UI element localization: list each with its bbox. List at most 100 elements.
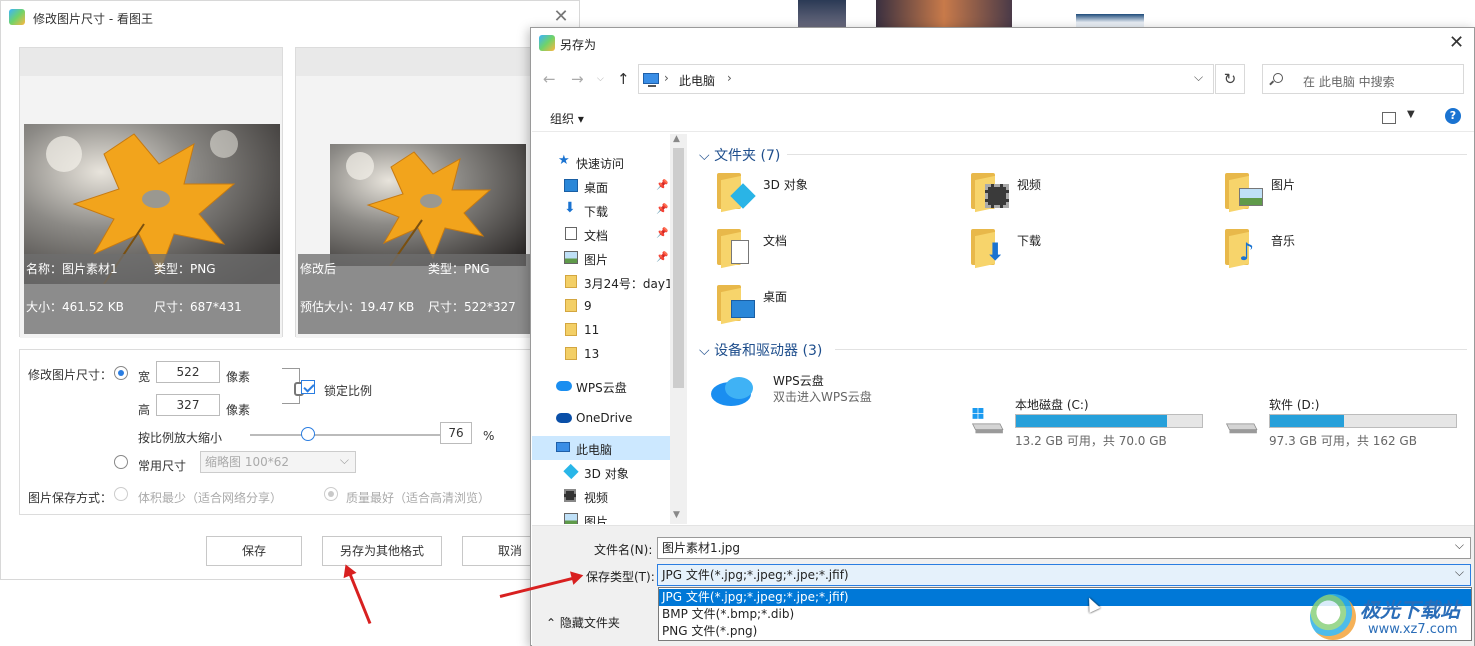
save-type-label: 保存类型(T): — [586, 570, 655, 584]
chevron-down-icon[interactable]: ▼ — [673, 510, 680, 520]
pin-icon[interactable]: 📌 — [656, 252, 668, 263]
nav-item-folder[interactable]: 11 — [532, 318, 687, 342]
nav-scrollbar[interactable]: ▲ ▼ — [670, 134, 687, 524]
folders-group-header[interactable]: ⌵ 文件夹 (7) — [699, 145, 780, 165]
nav-item-pictures[interactable]: 图片 — [532, 508, 687, 524]
folder-name: 3D 对象 — [763, 178, 808, 192]
width-unit: 像素 — [226, 370, 251, 384]
command-bar — [532, 104, 1474, 132]
resize-dialog-titlebar: 修改图片尺寸 - 看图王 ✕ — [1, 1, 579, 33]
devices-group-header[interactable]: ⌵ 设备和驱动器 (3) — [699, 340, 822, 360]
background-thumbnail — [876, 0, 1012, 28]
save-type-select[interactable]: JPG 文件(*.jpg;*.jpeg;*.jpe;*.jfif) — [657, 562, 1471, 586]
cube-icon — [563, 463, 579, 480]
scrollbar-thumb[interactable] — [673, 148, 684, 388]
nav-item-3d-objects[interactable]: 3D 对象 — [532, 460, 687, 484]
chevron-down-icon[interactable]: ⌵ — [1194, 70, 1203, 85]
view-options-icon[interactable] — [1382, 112, 1396, 124]
organize-menu[interactable]: 组织 ▾ — [550, 110, 584, 127]
preview-header — [20, 48, 282, 76]
folder-3d-objects[interactable]: 3D 对象 — [717, 170, 957, 220]
common-size-select[interactable]: 缩略图 100*62 — [200, 450, 356, 473]
folder-document-icon — [717, 226, 755, 269]
app-icon — [9, 9, 25, 25]
back-arrow-icon[interactable]: ← — [543, 70, 556, 88]
nav-quick-access[interactable]: ★ 快速访问 — [532, 150, 687, 174]
nav-label: OneDrive — [576, 411, 633, 425]
folder-picture-icon — [1225, 170, 1263, 213]
chevron-right-icon[interactable]: › — [727, 71, 732, 85]
wps-cloud-drive[interactable]: WPS云盘 双击进入WPS云盘 — [709, 370, 959, 420]
nav-item-this-pc[interactable]: 此电脑 — [532, 436, 687, 460]
lock-ratio-checkbox[interactable] — [301, 380, 315, 394]
nav-item-pictures[interactable]: 图片 📌 — [532, 246, 687, 270]
folder-documents[interactable]: 文档 — [717, 226, 957, 276]
drive-name: 本地磁盘 (C:) — [1015, 398, 1089, 412]
refresh-button[interactable]: ↻ — [1215, 64, 1245, 94]
mode-small-radio[interactable] — [114, 487, 128, 501]
nav-label: 11 — [584, 323, 600, 337]
pin-icon[interactable]: 📌 — [656, 228, 668, 239]
chevron-down-icon: ⌵ — [699, 343, 715, 359]
scale-slider[interactable] — [250, 434, 450, 436]
folder-name: 桌面 — [763, 290, 788, 304]
scale-slider-thumb[interactable] — [301, 427, 315, 441]
close-icon[interactable]: ✕ — [551, 7, 571, 27]
search-input[interactable]: 在 此电脑 中搜索 — [1262, 64, 1464, 94]
folder-desktop[interactable]: 桌面 — [717, 282, 957, 332]
nav-item-wps-cloud[interactable]: WPS云盘 — [532, 374, 687, 398]
address-bar[interactable]: › 此电脑 › ⌵ — [638, 64, 1214, 94]
recent-dropdown-icon[interactable]: ⌵ — [597, 74, 604, 84]
nav-item-folder[interactable]: 9 — [532, 294, 687, 318]
height-input[interactable]: 327 — [156, 394, 220, 416]
drive-usage-bar — [1269, 414, 1457, 428]
common-size-radio[interactable] — [114, 455, 128, 469]
original-size: 大小：461.52 KB — [26, 300, 124, 314]
resize-by-pixels-radio[interactable] — [114, 366, 128, 380]
folder-pictures[interactable]: 图片 — [1225, 170, 1465, 220]
nav-item-folder[interactable]: 3月24号：day1 — [532, 270, 687, 294]
document-icon — [565, 227, 577, 240]
mode-best-radio[interactable] — [324, 487, 338, 501]
nav-item-videos[interactable]: 视频 — [532, 484, 687, 508]
computer-icon — [643, 73, 659, 87]
nav-item-onedrive[interactable]: OneDrive — [532, 406, 687, 430]
nav-item-documents[interactable]: 文档 📌 — [532, 222, 687, 246]
up-arrow-icon[interactable]: ↑ — [617, 70, 630, 88]
original-preview: 名称：图片素材1 类型：PNG 大小：461.52 KB 尺寸：687*431 — [19, 47, 283, 338]
filename-input[interactable]: 图片素材1.jpg — [657, 535, 1471, 559]
nav-item-folder[interactable]: 13 — [532, 342, 687, 366]
pin-icon[interactable]: 📌 — [656, 204, 668, 215]
width-input[interactable]: 522 — [156, 361, 220, 383]
pin-icon[interactable]: 📌 — [656, 180, 668, 191]
chevron-up-icon[interactable]: ▲ — [673, 134, 680, 144]
nav-item-downloads[interactable]: ⬇ 下载 📌 — [532, 198, 687, 222]
drive-d[interactable]: 软件 (D:) 97.3 GB 可用，共 162 GB — [1213, 394, 1463, 448]
scale-input[interactable]: 76 — [440, 422, 472, 444]
drive-c[interactable]: 本地磁盘 (C:) 13.2 GB 可用，共 70.0 GB — [959, 394, 1209, 448]
address-text: 此电脑 — [679, 74, 716, 88]
drive-subtitle: 双击进入WPS云盘 — [773, 390, 872, 404]
save-as-title: 另存为 — [560, 38, 597, 52]
chain-link-icon[interactable] — [282, 368, 304, 404]
drive-name: 软件 (D:) — [1269, 398, 1320, 412]
divider — [787, 154, 1467, 155]
folder-downloads[interactable]: ⬇ 下载 — [971, 226, 1211, 276]
search-placeholder: 在 此电脑 中搜索 — [1303, 75, 1395, 89]
folder-music[interactable]: ♪ 音乐 — [1225, 226, 1465, 276]
forward-arrow-icon[interactable]: → — [571, 70, 584, 88]
save-as-other-format-button[interactable]: 另存为其他格式 — [322, 536, 442, 566]
save-as-titlebar: 另存为 ✕ — [531, 28, 1474, 58]
save-button[interactable]: 保存 — [206, 536, 302, 566]
help-icon[interactable]: ? — [1445, 108, 1461, 124]
chevron-right-icon[interactable]: › — [664, 71, 669, 85]
close-icon[interactable]: ✕ — [1449, 32, 1464, 53]
folder-desktop-icon — [717, 282, 755, 325]
nav-label: 3月24号：day1 — [584, 277, 673, 291]
nav-item-desktop[interactable]: 桌面 📌 — [532, 174, 687, 198]
hide-folders-toggle[interactable]: ⌃ 隐藏文件夹 — [546, 614, 620, 631]
folder-icon — [565, 275, 577, 288]
height-unit: 像素 — [226, 403, 251, 417]
chevron-down-icon[interactable]: ▼ — [1407, 109, 1415, 120]
folder-videos[interactable]: 视频 — [971, 170, 1211, 220]
